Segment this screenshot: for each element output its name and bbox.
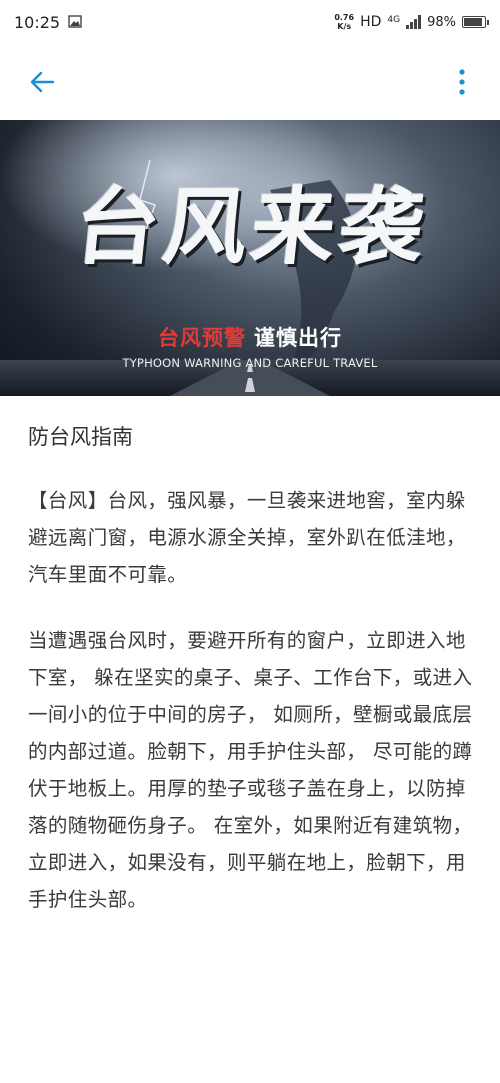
battery-icon bbox=[462, 16, 489, 28]
image-icon bbox=[68, 13, 82, 32]
article-paragraph: 【台风】台风，强风暴，一旦袭来进地窖，室内躲避远离门窗，电源水源全关掉，室外趴在… bbox=[28, 489, 466, 586]
banner-english-subtitle: TYPHOON WARNING AND CAREFUL TRAVEL bbox=[122, 356, 378, 370]
banner-subtitle-caution: 谨慎出行 bbox=[254, 326, 342, 350]
status-bar-left: 10:25 bbox=[14, 13, 82, 32]
hd-indicator: HD bbox=[360, 14, 382, 30]
banner-subtitle: 台风预警 谨慎出行 bbox=[0, 322, 500, 352]
more-vertical-icon bbox=[459, 69, 465, 95]
signal-icon bbox=[406, 15, 422, 29]
battery-percent: 98% bbox=[427, 14, 456, 30]
more-options-button[interactable] bbox=[442, 62, 482, 102]
banner-title: 台风来袭 bbox=[70, 177, 433, 276]
article-body: 防台风指南 【台风】台风，强风暴，一旦袭来进地窖，室内躲避远离门窗，电源水源全关… bbox=[28, 418, 474, 947]
article-title: 防台风指南 bbox=[28, 425, 133, 449]
status-bar: 10:25 0.76 K/s HD 4G 98% bbox=[0, 0, 500, 44]
arrow-left-icon bbox=[30, 71, 55, 93]
article-paragraph: 当遭遇强台风时，要避开所有的窗户，立即进入地下室， 躲在坚实的桌子、桌子、工作台… bbox=[28, 629, 473, 911]
network-type: 4G bbox=[387, 15, 401, 25]
clock: 10:25 bbox=[14, 12, 61, 32]
network-speed: 0.76 K/s bbox=[334, 13, 355, 31]
app-bar bbox=[0, 44, 500, 120]
typhoon-banner-image: 台风来袭 台风预警 谨慎出行 TYPHOON WARNING AND CAREFU… bbox=[0, 120, 500, 396]
banner-subtitle-warning: 台风预警 bbox=[158, 326, 246, 350]
back-button[interactable] bbox=[22, 62, 62, 102]
status-bar-right: 0.76 K/s HD 4G 98% bbox=[334, 13, 489, 31]
